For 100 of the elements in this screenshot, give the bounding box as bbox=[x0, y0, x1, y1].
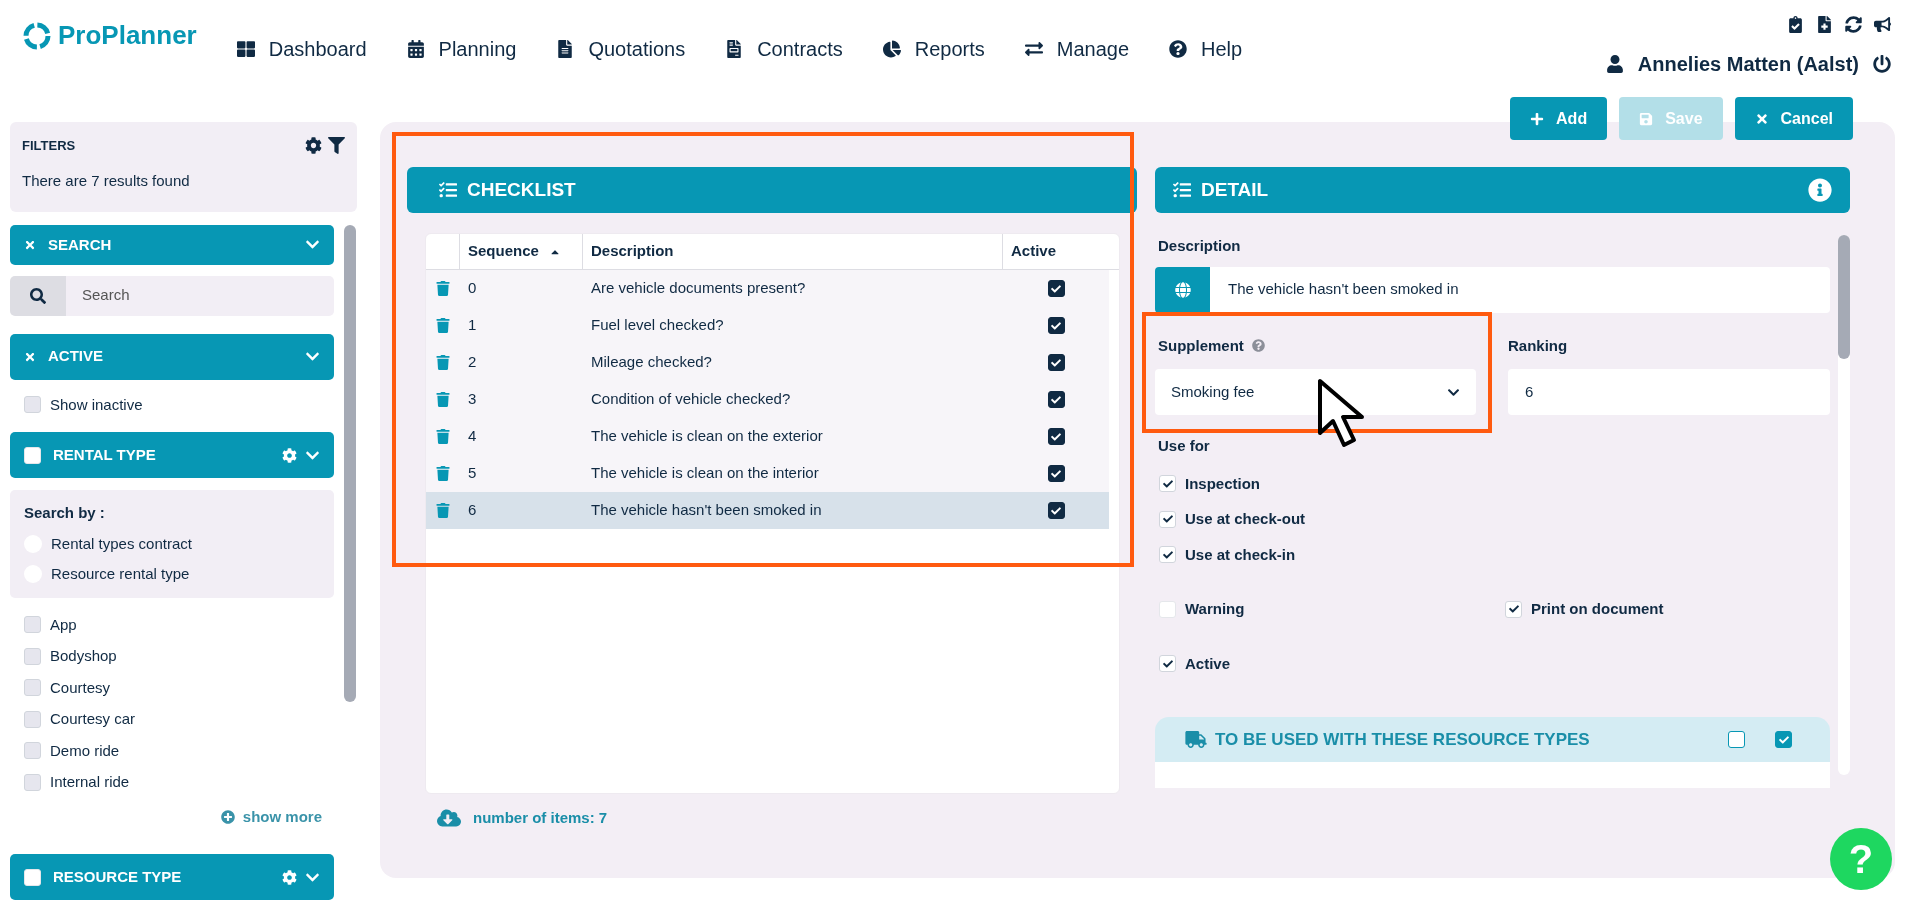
checkbox-label[interactable]: Show inactive bbox=[50, 393, 143, 416]
trash-icon[interactable] bbox=[436, 318, 450, 333]
trash-icon[interactable] bbox=[436, 503, 450, 518]
checkbox[interactable] bbox=[1047, 391, 1065, 408]
show-more-link[interactable]: show more bbox=[220, 805, 322, 828]
checkbox[interactable] bbox=[1047, 317, 1065, 334]
column-header[interactable]: Active bbox=[1003, 234, 1119, 269]
nav-link[interactable]: Manage bbox=[1024, 34, 1130, 64]
checkbox-label[interactable]: Courtesy bbox=[50, 676, 111, 699]
check-icon bbox=[1051, 320, 1061, 331]
checkbox-label[interactable]: Print on document bbox=[1531, 598, 1664, 621]
nav-link[interactable]: Dashboard bbox=[236, 34, 367, 64]
section-title: RESOURCE TYPE bbox=[53, 866, 182, 887]
field-label: Supplement bbox=[1158, 335, 1244, 356]
table-row[interactable]: 5 The vehicle is clean on the interior bbox=[426, 455, 1109, 492]
check-icon bbox=[1508, 604, 1519, 615]
globe-icon[interactable] bbox=[1174, 281, 1191, 298]
user-icon bbox=[1605, 55, 1624, 73]
check-icon bbox=[1051, 357, 1061, 368]
filter-icon[interactable] bbox=[328, 137, 345, 155]
arrows-icon bbox=[1024, 40, 1043, 58]
table-cell-text: 6 bbox=[468, 500, 477, 521]
file-add-icon[interactable] bbox=[1816, 16, 1833, 33]
table-row[interactable]: 6 The vehicle hasn't been smoked in bbox=[426, 492, 1109, 529]
description-field[interactable]: The vehicle hasn't been smoked in bbox=[1155, 266, 1830, 313]
table-row[interactable]: 4 The vehicle is clean on the exterior bbox=[426, 418, 1109, 455]
search-field[interactable]: Search bbox=[66, 275, 334, 316]
table-cell-text: Condition of vehicle checked? bbox=[591, 389, 791, 410]
scrollbar[interactable] bbox=[344, 225, 356, 702]
info-icon[interactable] bbox=[1808, 178, 1832, 202]
checkbox-label[interactable]: Inspection bbox=[1185, 472, 1260, 495]
power-icon[interactable] bbox=[1873, 55, 1891, 73]
checkbox[interactable] bbox=[1047, 354, 1065, 371]
checkbox[interactable] bbox=[1047, 280, 1065, 297]
table-cell-text: 3 bbox=[468, 389, 477, 410]
checkbox[interactable] bbox=[1047, 502, 1065, 519]
search-icon bbox=[30, 287, 46, 304]
check-icon bbox=[1162, 514, 1173, 525]
table-cell-text: The vehicle is clean on the exterior bbox=[591, 426, 823, 447]
check-icon bbox=[1778, 734, 1789, 745]
check-icon bbox=[1162, 658, 1173, 669]
checkbox-label[interactable]: Active bbox=[1185, 652, 1231, 675]
nav-link[interactable]: Planning bbox=[406, 34, 517, 64]
field-label: Description bbox=[1158, 236, 1242, 256]
checkbox[interactable] bbox=[1047, 428, 1065, 445]
close-icon[interactable] bbox=[24, 238, 36, 251]
table-row[interactable]: 3 Condition of vehicle checked? bbox=[426, 381, 1109, 418]
trash-icon[interactable] bbox=[436, 392, 450, 407]
section-title: SEARCH bbox=[48, 234, 112, 255]
field-label: Ranking bbox=[1508, 335, 1569, 356]
document-icon bbox=[725, 40, 744, 58]
checkbox-label[interactable]: Use at check-in bbox=[1185, 543, 1296, 566]
scrollbar[interactable] bbox=[1838, 235, 1850, 775]
supplement-select[interactable]: Smoking fee bbox=[1155, 369, 1476, 415]
refresh-icon[interactable] bbox=[1845, 16, 1862, 33]
trash-icon[interactable] bbox=[436, 466, 450, 481]
checkbox-label[interactable]: Courtesy car bbox=[50, 708, 136, 731]
table-cell-text: 4 bbox=[468, 426, 477, 447]
checkbox[interactable] bbox=[1047, 465, 1065, 482]
table-cell-text: The vehicle is clean on the interior bbox=[591, 463, 819, 484]
search-by-label: Search by : bbox=[24, 503, 106, 523]
checkbox-label[interactable]: Warning bbox=[1185, 598, 1245, 621]
table-row[interactable]: 2 Mileage checked? bbox=[426, 344, 1109, 381]
item-count: number of items: 7 bbox=[473, 808, 608, 828]
check-icon bbox=[1051, 468, 1061, 479]
checkbox[interactable] bbox=[1775, 731, 1792, 748]
close-icon[interactable] bbox=[24, 350, 36, 363]
help-icon bbox=[1169, 40, 1188, 58]
clipboard-icon[interactable] bbox=[1787, 16, 1804, 33]
nav-link[interactable]: Help bbox=[1169, 34, 1243, 64]
trash-icon[interactable] bbox=[436, 281, 450, 296]
ranking-field[interactable]: 6 bbox=[1508, 369, 1830, 415]
save-icon bbox=[1639, 111, 1654, 126]
radio-label[interactable]: Rental types contract bbox=[51, 532, 192, 555]
table-row[interactable]: 1 Fuel level checked? bbox=[426, 307, 1109, 344]
checkbox-label[interactable]: Internal ride bbox=[50, 771, 130, 794]
checkbox[interactable] bbox=[1728, 731, 1745, 748]
trash-icon[interactable] bbox=[436, 429, 450, 444]
checkbox-label[interactable]: App bbox=[50, 613, 77, 636]
table-cell-text: 0 bbox=[468, 278, 477, 299]
nav-link[interactable]: Contracts bbox=[725, 34, 843, 64]
checkbox-label[interactable]: Demo ride bbox=[50, 739, 120, 762]
nav-link[interactable]: Quotations bbox=[556, 34, 686, 64]
results-count: There are 7 results found bbox=[22, 170, 191, 191]
help-icon[interactable] bbox=[1251, 339, 1265, 353]
column-header[interactable]: Sequence bbox=[460, 234, 583, 269]
trash-icon[interactable] bbox=[436, 355, 450, 370]
column-header[interactable]: Description bbox=[583, 234, 1003, 269]
radio-label[interactable]: Resource rental type bbox=[51, 563, 190, 586]
table-row[interactable]: 0 Are vehicle documents present? bbox=[426, 270, 1109, 307]
nav-link[interactable]: Reports bbox=[882, 34, 985, 64]
checkbox-label[interactable]: Use at check-out bbox=[1185, 508, 1306, 531]
megaphone-icon[interactable] bbox=[1874, 16, 1891, 33]
search-button[interactable] bbox=[10, 275, 66, 316]
cloud-download-icon[interactable] bbox=[437, 808, 461, 829]
settings-icon[interactable] bbox=[305, 137, 322, 155]
user-name[interactable]: Annelies Matten (Aalst) bbox=[1637, 49, 1859, 79]
checkbox-label[interactable]: Bodyshop bbox=[50, 645, 117, 668]
table-cell-text: 1 bbox=[468, 315, 477, 336]
section-title: ACTIVE bbox=[48, 346, 103, 367]
